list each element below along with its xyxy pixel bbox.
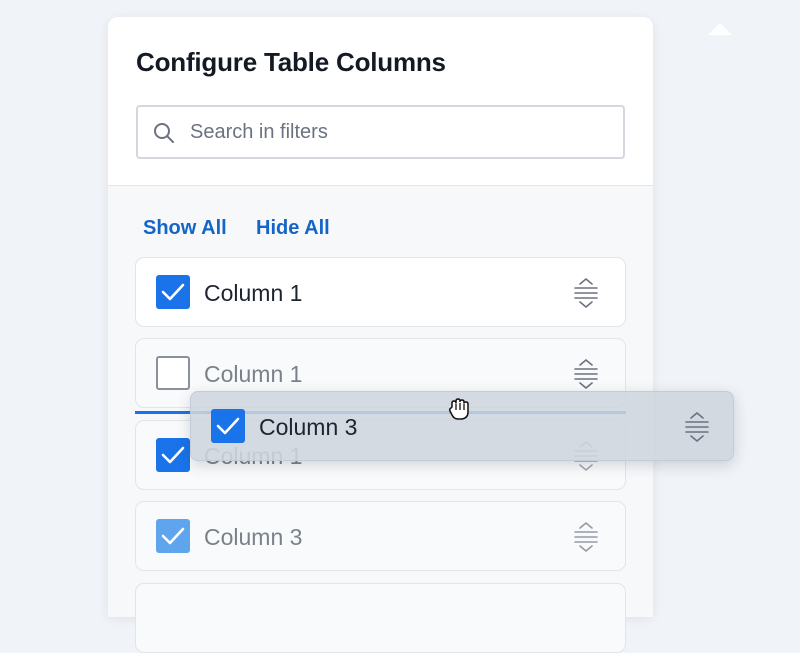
grab-cursor-icon: [448, 398, 469, 420]
column-label: Column 3: [204, 524, 303, 550]
column-label: Column 3: [259, 414, 358, 440]
column-config-panel: Configure Table Columns Show All Hide Al…: [108, 17, 732, 653]
check-icon: [161, 446, 185, 464]
search-icon: [154, 123, 174, 143]
check-icon: [216, 417, 240, 435]
column-row[interactable]: [135, 583, 626, 653]
column-row[interactable]: Column 1: [135, 257, 626, 327]
column-checkbox[interactable]: [156, 356, 190, 390]
column-checkbox[interactable]: [156, 275, 190, 309]
column-label: Column 1: [204, 361, 303, 387]
show-all-link[interactable]: Show All: [143, 217, 227, 240]
search-input[interactable]: [190, 107, 610, 157]
check-icon: [161, 527, 185, 545]
column-checkbox[interactable]: [156, 438, 190, 472]
panel-header: Configure Table Columns: [108, 17, 653, 186]
drag-handle-icon[interactable]: [573, 278, 599, 308]
drag-handle-icon[interactable]: [573, 359, 599, 389]
hide-all-link[interactable]: Hide All: [256, 217, 330, 240]
check-icon: [161, 283, 185, 301]
column-row[interactable]: Column 3: [135, 501, 626, 571]
drag-handle-icon[interactable]: [684, 412, 710, 442]
column-label: Column 1: [204, 280, 303, 306]
drag-handle-icon[interactable]: [573, 522, 599, 552]
search-field[interactable]: [136, 105, 625, 159]
column-checkbox[interactable]: [211, 409, 245, 443]
column-checkbox[interactable]: [156, 519, 190, 553]
panel-title: Configure Table Columns: [136, 47, 446, 77]
popover-caret: [708, 23, 732, 35]
